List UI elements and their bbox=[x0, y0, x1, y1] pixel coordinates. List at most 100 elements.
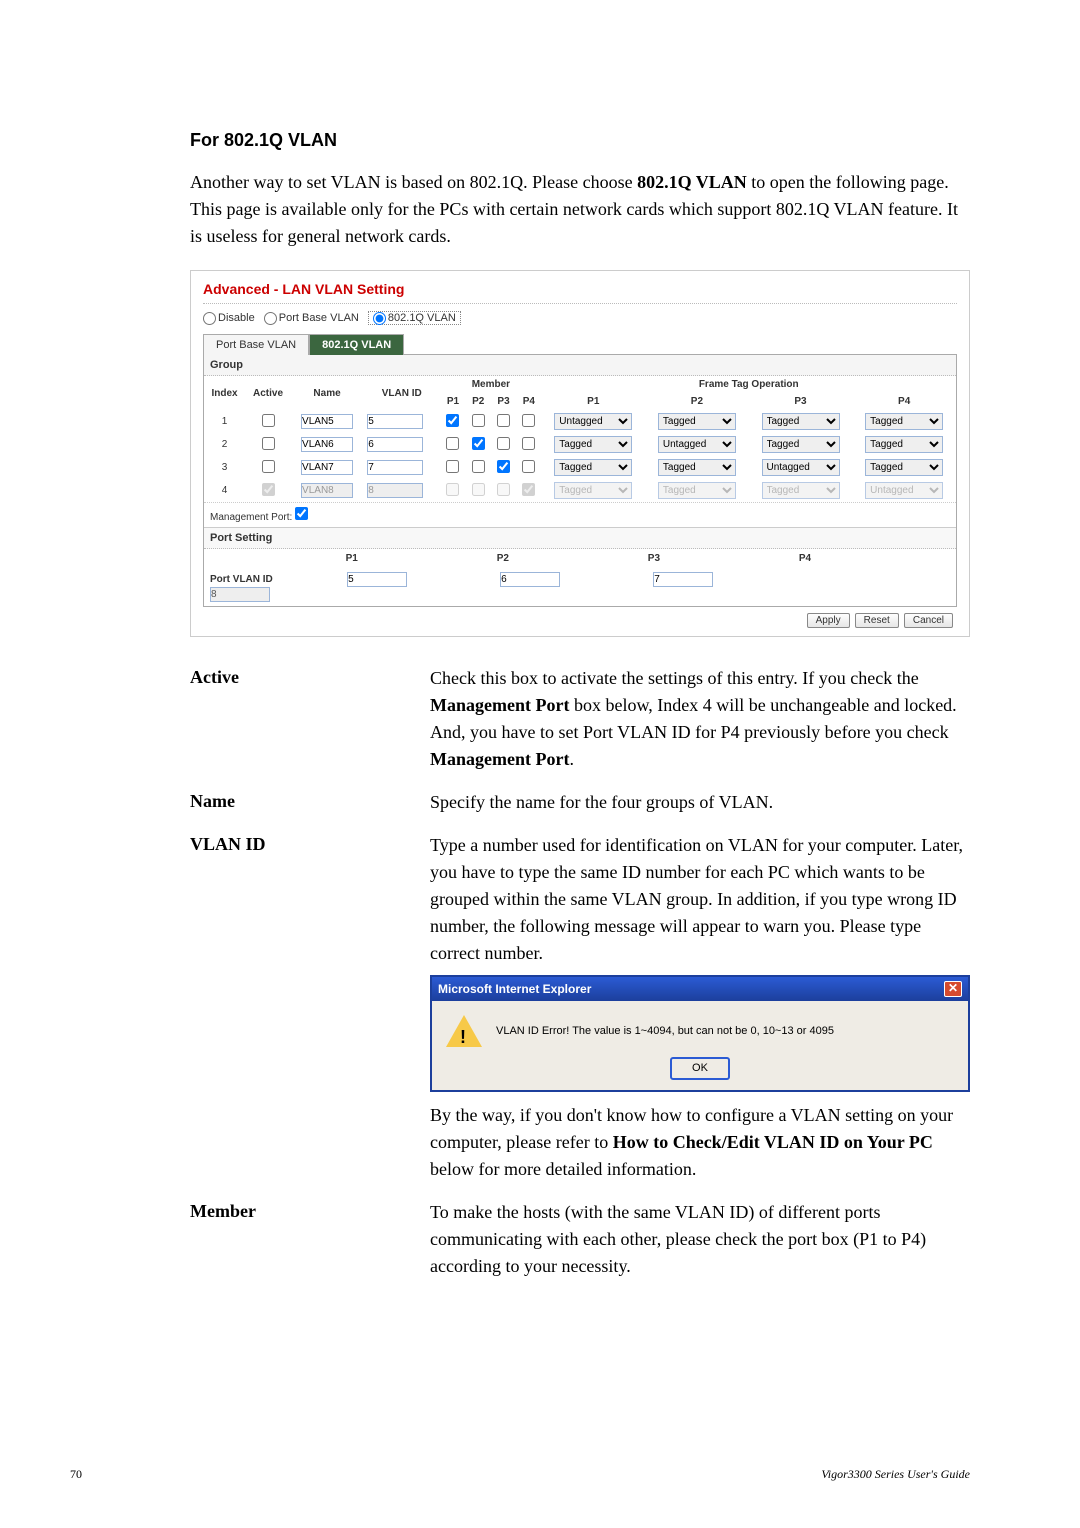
fto-p2-select[interactable]: Tagged bbox=[658, 459, 736, 476]
intro-text-1: Another way to set VLAN is based on 802.… bbox=[190, 172, 637, 192]
ps-hdr-p2: P2 bbox=[497, 553, 648, 564]
cell-index: 3 bbox=[204, 456, 245, 479]
th-mem-p3: P3 bbox=[491, 393, 516, 410]
error-dialog-message: VLAN ID Error! The value is 1~4094, but … bbox=[496, 1023, 954, 1040]
port-vlanid-p4-input bbox=[210, 587, 270, 602]
def-active-b2: Management Port bbox=[430, 749, 569, 769]
th-mem-p1: P1 bbox=[440, 393, 465, 410]
cell-index: 1 bbox=[204, 410, 245, 433]
vlan-settings-panel: Advanced - LAN VLAN Setting Disable Port… bbox=[190, 270, 970, 637]
mode-disable-radio[interactable] bbox=[203, 312, 216, 325]
dialog-buttons: Apply Reset Cancel bbox=[203, 607, 957, 628]
def-name-desc: Specify the name for the four groups of … bbox=[430, 789, 970, 816]
mode-portbase-label[interactable]: Port Base VLAN bbox=[264, 312, 359, 324]
fto-p4-select: Untagged bbox=[865, 482, 943, 499]
cancel-button[interactable]: Cancel bbox=[904, 613, 953, 628]
tab-8021q-vlan[interactable]: 802.1Q VLAN bbox=[309, 334, 404, 355]
apply-button[interactable]: Apply bbox=[807, 613, 850, 628]
fto-p4-select[interactable]: Tagged bbox=[865, 413, 943, 430]
member-p2-checkbox bbox=[472, 483, 485, 496]
management-port-checkbox[interactable] bbox=[295, 507, 308, 520]
vlanid-input[interactable] bbox=[367, 437, 423, 452]
member-p4-checkbox[interactable] bbox=[522, 460, 535, 473]
port-vlanid-p2-input[interactable] bbox=[500, 572, 560, 587]
def-active-b1: Management Port bbox=[430, 695, 569, 715]
th-active: Active bbox=[245, 376, 291, 410]
port-vlanid-row: Port VLAN ID bbox=[204, 568, 956, 606]
def-active: Active Check this box to activate the se… bbox=[190, 665, 970, 773]
th-index: Index bbox=[204, 376, 245, 410]
member-p2-checkbox[interactable] bbox=[472, 437, 485, 450]
member-p3-checkbox[interactable] bbox=[497, 460, 510, 473]
ok-button[interactable]: OK bbox=[670, 1057, 730, 1080]
def-vlanid-d2c: below for more detailed information. bbox=[430, 1159, 696, 1179]
warning-icon bbox=[446, 1015, 482, 1047]
vlanid-input[interactable] bbox=[367, 460, 423, 475]
port-vlanid-p1-input[interactable] bbox=[347, 572, 407, 587]
error-dialog-title: Microsoft Internet Explorer bbox=[438, 980, 591, 998]
def-member-term: Member bbox=[190, 1199, 430, 1222]
mode-disable-label[interactable]: Disable bbox=[203, 312, 255, 324]
member-p2-checkbox[interactable] bbox=[472, 414, 485, 427]
member-p1-checkbox[interactable] bbox=[446, 460, 459, 473]
panel-title: Advanced - LAN VLAN Setting bbox=[203, 281, 957, 304]
page-number: 70 bbox=[70, 1467, 82, 1482]
name-input[interactable] bbox=[301, 414, 353, 429]
section-title: For 802.1Q VLAN bbox=[190, 130, 970, 151]
fto-p4-select[interactable]: Tagged bbox=[865, 436, 943, 453]
def-vlanid-d1: Type a number used for identification on… bbox=[430, 835, 963, 963]
port-vlanid-p3-input[interactable] bbox=[653, 572, 713, 587]
def-active-d1: Check this box to activate the settings … bbox=[430, 668, 919, 688]
close-icon[interactable]: ✕ bbox=[944, 981, 962, 997]
fto-p1-select[interactable]: Tagged bbox=[554, 436, 632, 453]
member-p3-checkbox[interactable] bbox=[497, 414, 510, 427]
error-dialog-footer: OK bbox=[432, 1057, 968, 1090]
fto-p3-select[interactable]: Tagged bbox=[762, 413, 840, 430]
th-fto: Frame Tag Operation bbox=[541, 376, 956, 393]
fto-p1-select[interactable]: Tagged bbox=[554, 459, 632, 476]
port-setting-col-headers: P1 P2 P3 P4 bbox=[204, 549, 956, 568]
member-p1-checkbox[interactable] bbox=[446, 414, 459, 427]
active-checkbox[interactable] bbox=[262, 414, 275, 427]
member-p4-checkbox bbox=[522, 483, 535, 496]
th-member: Member bbox=[440, 376, 541, 393]
member-p2-checkbox[interactable] bbox=[472, 460, 485, 473]
ps-hdr-p4: P4 bbox=[799, 553, 950, 564]
fto-p1-select[interactable]: Untagged bbox=[554, 413, 632, 430]
name-input[interactable] bbox=[301, 437, 353, 452]
def-active-d3: . bbox=[569, 749, 574, 769]
vlanid-input[interactable] bbox=[367, 414, 423, 429]
mode-dot1q-label[interactable]: 802.1Q VLAN bbox=[368, 311, 461, 325]
management-port-row: Management Port: bbox=[204, 502, 956, 527]
tab-body: Group Index Active Name VLAN ID Member F… bbox=[203, 354, 957, 607]
mode-portbase-radio[interactable] bbox=[264, 312, 277, 325]
name-input bbox=[301, 483, 353, 498]
ps-hdr-p1: P1 bbox=[346, 553, 497, 564]
group-header: Group bbox=[204, 355, 956, 376]
intro-bold-1: 802.1Q VLAN bbox=[637, 172, 747, 192]
fto-p2-select[interactable]: Tagged bbox=[658, 413, 736, 430]
th-fto-p4: P4 bbox=[852, 393, 956, 410]
member-p3-checkbox[interactable] bbox=[497, 437, 510, 450]
th-mem-p4: P4 bbox=[516, 393, 541, 410]
active-checkbox[interactable] bbox=[262, 460, 275, 473]
fto-p3-select[interactable]: Untagged bbox=[762, 459, 840, 476]
mode-dot1q-radio[interactable] bbox=[373, 312, 386, 325]
definitions: Active Check this box to activate the se… bbox=[190, 665, 970, 1280]
member-p4-checkbox[interactable] bbox=[522, 437, 535, 450]
page-footer: 70 Vigor3300 Series User's Guide bbox=[70, 1467, 970, 1482]
th-fto-p3: P3 bbox=[749, 393, 853, 410]
error-dialog-body: VLAN ID Error! The value is 1~4094, but … bbox=[432, 1001, 968, 1057]
mode-disable-text: Disable bbox=[218, 312, 255, 324]
def-active-term: Active bbox=[190, 665, 430, 688]
fto-p3-select[interactable]: Tagged bbox=[762, 436, 840, 453]
fto-p2-select[interactable]: Untagged bbox=[658, 436, 736, 453]
member-p1-checkbox bbox=[446, 483, 459, 496]
fto-p4-select[interactable]: Tagged bbox=[865, 459, 943, 476]
tab-port-base-vlan[interactable]: Port Base VLAN bbox=[203, 334, 309, 355]
member-p1-checkbox[interactable] bbox=[446, 437, 459, 450]
member-p4-checkbox[interactable] bbox=[522, 414, 535, 427]
reset-button[interactable]: Reset bbox=[855, 613, 899, 628]
name-input[interactable] bbox=[301, 460, 353, 475]
active-checkbox[interactable] bbox=[262, 437, 275, 450]
